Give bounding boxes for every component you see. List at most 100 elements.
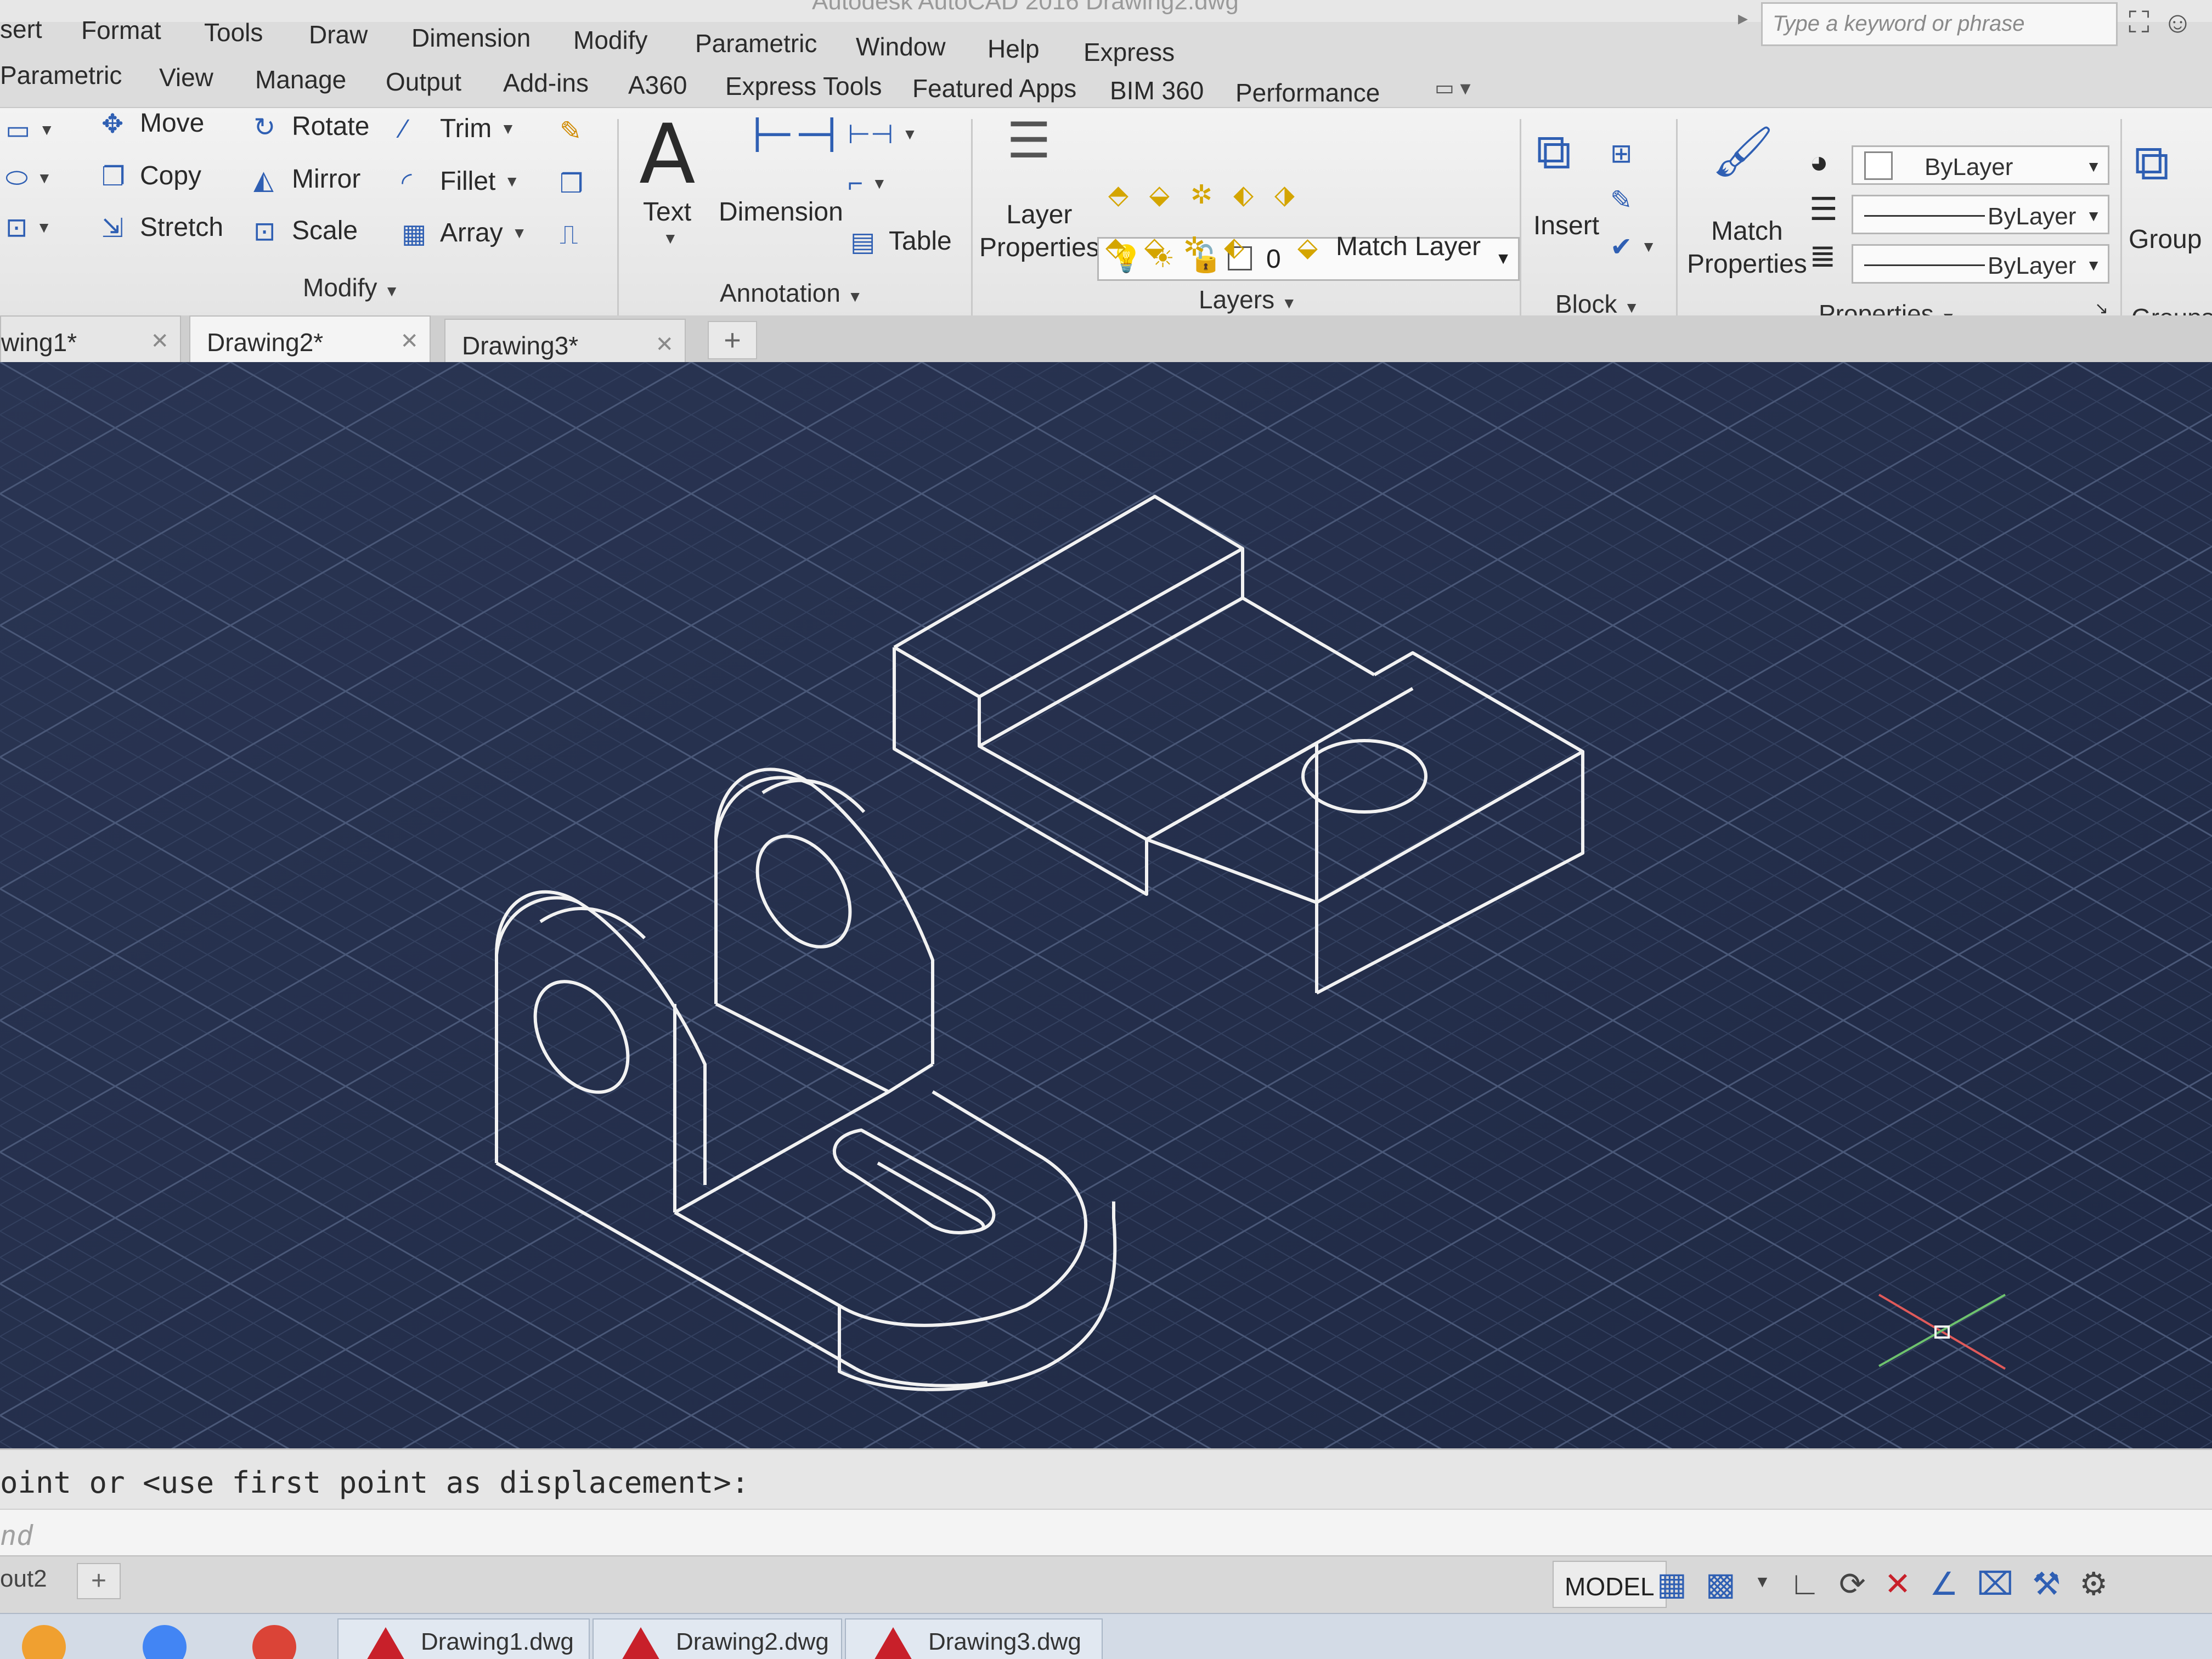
tab-view[interactable]: View — [159, 63, 213, 92]
create-block-icon[interactable]: ⊞ — [1610, 138, 1632, 169]
command-input[interactable]: nd — [0, 1509, 2212, 1555]
dropdown-icon[interactable]: ▼ — [1754, 1565, 1771, 1602]
erase-icon[interactable]: ✎ — [560, 116, 582, 146]
layer-tool-icon[interactable]: ⬙ — [1149, 179, 1170, 210]
color-wheel-icon[interactable]: ◕ — [1809, 144, 1829, 180]
tab-add-ins[interactable]: Add-ins — [503, 68, 589, 98]
menu-parametric[interactable]: Parametric — [695, 29, 817, 58]
tab-performance[interactable]: Performance — [1235, 78, 1380, 108]
move-button[interactable]: ✥ Move — [101, 108, 204, 139]
fillet-button[interactable]: ◜ Fillet ▼ — [402, 166, 520, 197]
ribbon-minimize-icon[interactable]: ▭ ▾ — [1435, 76, 1471, 100]
layer-tool-icon[interactable]: ⬘ — [1108, 179, 1128, 210]
modify-panel-title[interactable]: Modify ▼ — [303, 273, 399, 302]
stretch-button[interactable]: ⇲ Stretch — [101, 212, 223, 243]
menu-modify[interactable]: Modify — [573, 25, 647, 55]
color-dropdown[interactable]: ByLayer ▼ — [1852, 145, 2109, 185]
linear-dim-icon[interactable]: ⊢⊣ ▼ — [848, 119, 917, 150]
explode-icon[interactable]: ❒ — [560, 168, 583, 199]
tab-a360[interactable]: A360 — [628, 70, 687, 100]
new-tab-button[interactable]: + — [708, 321, 757, 359]
match-properties-button[interactable]: Match Properties — [1687, 215, 1807, 281]
add-layout-button[interactable]: + — [77, 1563, 121, 1599]
linetype-icon[interactable]: ≣ — [1809, 237, 1836, 274]
scale-button[interactable]: ⊡ Scale — [253, 216, 358, 246]
block-panel-title[interactable]: Block ▼ — [1555, 289, 1639, 319]
fillet-dropdown-icon[interactable]: ▼ — [504, 173, 520, 190]
menu-dimension[interactable]: Dimension — [411, 23, 531, 53]
tab-parametric[interactable]: Parametric — [0, 60, 122, 90]
model-space-button[interactable]: MODEL — [1553, 1561, 1667, 1608]
media-player-icon[interactable] — [22, 1625, 66, 1659]
group-button[interactable]: Group — [2129, 223, 2202, 256]
tab-drawing2[interactable]: Drawing2* ✕ — [189, 315, 431, 366]
dimension-button[interactable]: Dimension — [719, 196, 843, 229]
offset-icon[interactable]: ⎍ — [560, 220, 578, 251]
layer-tool-icon[interactable]: ⬙ — [1144, 232, 1165, 262]
layer-tool-icon[interactable]: ✲ — [1190, 179, 1212, 210]
table-button[interactable]: ▤ Table — [850, 226, 952, 257]
menu-format[interactable]: Format — [81, 15, 161, 45]
tab-featured-apps[interactable]: Featured Apps — [912, 74, 1076, 103]
chrome-canary-icon[interactable] — [143, 1625, 187, 1659]
insert-icon[interactable]: ⧉ — [1536, 127, 1571, 177]
drawing-canvas[interactable] — [0, 362, 2212, 1459]
ortho-icon[interactable]: ∟ — [1789, 1565, 1820, 1602]
text-dropdown-icon[interactable]: ▼ — [663, 230, 678, 247]
text-button[interactable]: Text — [643, 196, 691, 229]
block-attribute-icon[interactable]: ✔ ▼ — [1610, 232, 1656, 262]
dimension-icon[interactable]: ⊢⊣ — [752, 111, 838, 160]
snap-icon[interactable]: ▩ — [1706, 1565, 1736, 1602]
tab-manage[interactable]: Manage — [255, 65, 346, 94]
trim-button[interactable]: ⁄ Trim ▼ — [402, 114, 516, 144]
layer-tool-icon[interactable]: ⬘ — [1105, 232, 1126, 262]
menu-tools[interactable]: Tools — [204, 18, 263, 47]
layer-tool-icon[interactable]: ⬖ — [1224, 232, 1244, 262]
taskbar-drawing2[interactable]: Drawing2.dwg — [592, 1618, 842, 1659]
layer-tool-icon[interactable]: ⬗ — [1274, 179, 1295, 210]
grid-icon[interactable]: ▦ — [1657, 1565, 1687, 1602]
draw-tool-2-icon[interactable]: ⬭ ▼ — [5, 163, 52, 194]
layer-properties-icon[interactable]: ☰ — [1007, 116, 1051, 166]
insert-button[interactable]: Insert — [1533, 210, 1599, 242]
layers-panel-title[interactable]: Layers ▼ — [1199, 285, 1297, 314]
array-dropdown-icon[interactable]: ▼ — [512, 224, 527, 242]
draw-tool-3-icon[interactable]: ⊡ ▼ — [5, 212, 52, 243]
tab-bim-360[interactable]: BIM 360 — [1110, 76, 1204, 105]
taskbar-drawing1[interactable]: Drawing1.dwg — [337, 1618, 590, 1659]
isodraft-icon[interactable]: ∠ — [1929, 1565, 1958, 1602]
close-icon[interactable]: ✕ — [400, 329, 419, 354]
edit-block-icon[interactable]: ✎ — [1610, 185, 1632, 216]
match-layer-button[interactable]: ⬙ Match Layer — [1297, 232, 1481, 262]
tab-express-tools[interactable]: Express Tools — [725, 71, 882, 101]
chrome-icon[interactable] — [252, 1625, 296, 1659]
taskbar-drawing3[interactable]: Drawing3.dwg — [845, 1618, 1103, 1659]
menu-draw[interactable]: Draw — [309, 20, 368, 49]
match-properties-icon[interactable]: 🖌 — [1712, 127, 1774, 177]
group-icon[interactable]: ⧉ — [2134, 138, 2169, 188]
osnap-icon[interactable]: ✕ — [1884, 1565, 1911, 1602]
annotation-scale-icon[interactable]: ⌧ — [1977, 1565, 2013, 1602]
trim-dropdown-icon[interactable]: ▼ — [500, 120, 516, 138]
layer-tool-icon[interactable]: ⬖ — [1233, 179, 1254, 210]
layer-tool-icon[interactable]: ✲ — [1183, 232, 1205, 262]
layer-properties-button[interactable]: Layer Properties — [979, 199, 1099, 264]
tab-drawing1[interactable]: wing1* ✕ — [0, 315, 181, 366]
array-button[interactable]: ▦ Array ▼ — [402, 218, 527, 249]
menu-insert[interactable]: sert — [0, 14, 42, 44]
mirror-button[interactable]: ◭ Mirror — [253, 164, 360, 195]
lineweight-icon[interactable]: ☰ — [1809, 190, 1838, 228]
annotation-visibility-icon[interactable]: ⚙ — [2079, 1565, 2108, 1602]
rotate-button[interactable]: ↻ Rotate — [253, 111, 369, 142]
tab-output[interactable]: Output — [386, 67, 461, 97]
layout-tab[interactable]: out2 — [0, 1565, 47, 1593]
text-icon[interactable]: A — [639, 114, 696, 196]
copy-button[interactable]: ❐ Copy — [101, 161, 201, 191]
linetype-dropdown[interactable]: ByLayer ▼ — [1852, 195, 2109, 234]
workspace-icon[interactable]: ⚒ — [2032, 1565, 2061, 1602]
polar-icon[interactable]: ⟳ — [1839, 1565, 1866, 1602]
close-icon[interactable]: ✕ — [655, 332, 674, 357]
close-icon[interactable]: ✕ — [150, 329, 169, 354]
leader-icon[interactable]: ⌐ ▼ — [848, 168, 887, 199]
annotation-panel-title[interactable]: Annotation ▼ — [720, 278, 862, 308]
